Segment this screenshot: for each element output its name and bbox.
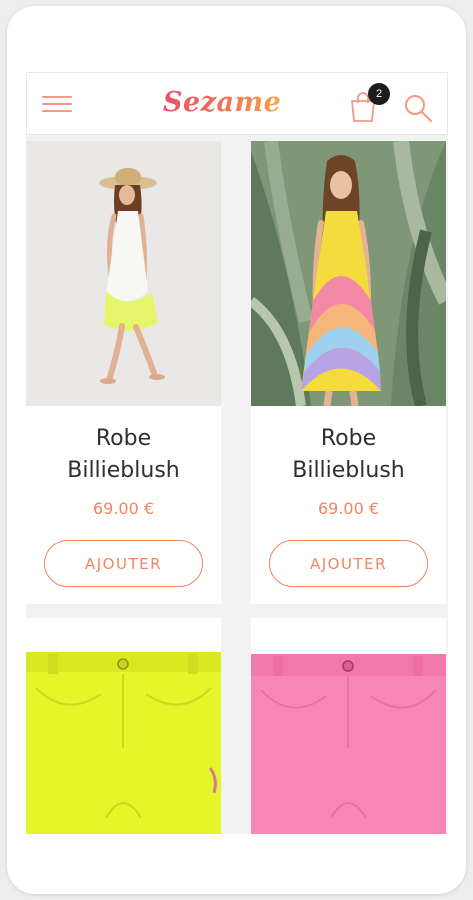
product-image-shorts-yellow[interactable]	[26, 618, 221, 834]
cart-count-badge: 2	[368, 83, 390, 105]
product-image-shorts-pink[interactable]	[251, 618, 446, 834]
product-name-brand[interactable]: Billieblush	[26, 455, 221, 487]
hamburger-menu-icon[interactable]	[42, 96, 72, 116]
product-card[interactable]	[251, 618, 446, 834]
brand-logo[interactable]: Sezame	[163, 87, 281, 118]
app-screen: Sezame 2 Robe Billieblush 69.00 € AJOUTE…	[26, 72, 448, 834]
product-card[interactable]	[26, 618, 221, 834]
phone-frame: Sezame 2 Robe Billieblush 69.00 € AJOUTE…	[7, 6, 466, 894]
product-card[interactable]: Robe Billieblush 69.00 € AJOUTER	[26, 141, 221, 604]
product-name[interactable]: Robe	[26, 423, 221, 455]
add-to-cart-button[interactable]: AJOUTER	[269, 540, 428, 587]
product-name[interactable]: Robe	[251, 423, 446, 455]
product-image-dress-rainbow[interactable]	[251, 141, 446, 406]
top-navigation-bar: Sezame 2	[26, 72, 448, 135]
product-name-brand[interactable]: Billieblush	[251, 455, 446, 487]
product-card[interactable]: Robe Billieblush 69.00 € AJOUTER	[251, 141, 446, 604]
product-image-dress-white[interactable]	[26, 141, 221, 406]
product-price: 69.00 €	[92, 499, 155, 518]
add-to-cart-button[interactable]: AJOUTER	[44, 540, 203, 587]
search-icon[interactable]	[403, 93, 433, 123]
product-price: 69.00 €	[317, 499, 380, 518]
